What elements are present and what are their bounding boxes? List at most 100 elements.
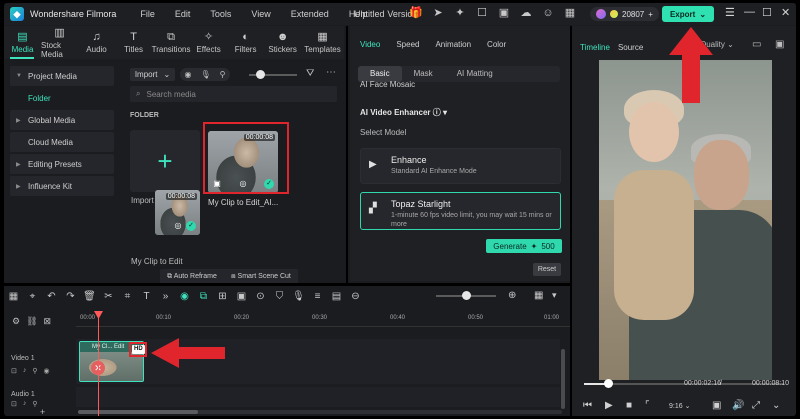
timeline-scroll-thumb[interactable] [78, 410, 198, 414]
tab-animation[interactable]: Animation [435, 40, 471, 49]
fullscreen-crop-icon[interactable]: ⌜ [645, 400, 650, 411]
export-button[interactable]: Export ⌄ [662, 6, 714, 22]
more-icon[interactable]: ⌄ [772, 400, 780, 411]
more-icon[interactable]: ▾ [552, 290, 557, 301]
feedback-icon[interactable]: ☐ [475, 6, 489, 20]
media-clip-original[interactable]: 00:00:08 ◎ ✓ [155, 190, 200, 235]
delete-icon[interactable]: 🗑 [80, 291, 99, 302]
link-icon[interactable]: ⚲ [32, 400, 37, 408]
menu-extended[interactable]: Extended [291, 9, 329, 19]
grid-icon[interactable]: ▦ [563, 6, 577, 20]
tab-titles[interactable]: T Titles [115, 26, 152, 59]
tab-timeline[interactable]: Timeline [580, 43, 610, 52]
volume-icon[interactable]: ♪ [23, 400, 27, 408]
crop-icon[interactable]: ⌗ [118, 291, 137, 302]
minimize-icon[interactable]: — [744, 6, 755, 18]
link-icon[interactable]: ⚲ [32, 367, 37, 375]
link-icon[interactable]: ⛓ [26, 316, 37, 327]
sidebar-item-project-media[interactable]: ▼ Project Media [10, 66, 114, 86]
smart-scene-cut-button[interactable]: ⧈ Smart Scene Cut [231, 273, 291, 281]
vertical-scrollbar[interactable] [561, 349, 565, 409]
tab-speed[interactable]: Speed [396, 40, 419, 49]
grid-icon[interactable]: ▦ [534, 290, 543, 301]
sidebar-item-cloud-media[interactable]: Cloud Media [10, 132, 114, 152]
fullscreen-icon[interactable]: ⤢ [752, 400, 760, 411]
timeline-zoom-knob[interactable] [462, 291, 471, 300]
progress-knob[interactable] [604, 379, 613, 388]
zoom-in-icon[interactable]: ⊕ [508, 290, 516, 301]
speed-icon[interactable]: ⊙ [251, 291, 270, 302]
tab-ai-matting[interactable]: AI Matting [445, 66, 505, 82]
sidebar-item-editing-presets[interactable]: ▶ Editing Presets [10, 154, 114, 174]
more-tools-icon[interactable]: » [156, 291, 175, 302]
playhead[interactable] [98, 312, 99, 416]
compare-icon[interactable]: ▭ [752, 39, 761, 50]
menu-file[interactable]: File [140, 9, 155, 19]
search-input[interactable]: ⌕ Search media [130, 86, 337, 102]
ai-icon[interactable]: ⚲ [220, 70, 226, 79]
cut-icon[interactable]: ✂ [99, 291, 118, 302]
subtitle-icon[interactable]: ▤ [327, 291, 346, 302]
help-icon[interactable]: ⓘ [433, 108, 441, 117]
export-frame-icon[interactable]: ▣ [712, 400, 721, 411]
audio-track[interactable] [76, 387, 560, 407]
snapshot-icon[interactable]: ▣ [232, 291, 251, 302]
menu-tools[interactable]: Tools [210, 9, 231, 19]
prev-frame-icon[interactable]: ⏮ [583, 400, 592, 411]
lock-icon[interactable]: ⊠ [44, 316, 52, 327]
save-icon[interactable]: ▣ [497, 6, 511, 20]
window-menu-icon[interactable]: ☰ [725, 6, 735, 19]
lock-icon[interactable]: ⊡ [11, 367, 17, 375]
import-media-tile[interactable]: + [130, 130, 200, 192]
audio-mixer-icon[interactable]: ≡ [308, 291, 327, 302]
preview-icon[interactable]: ◎ [173, 221, 183, 231]
lock-icon[interactable]: ⊡ [11, 400, 17, 408]
add-track-icon[interactable]: + [40, 407, 45, 416]
mic-icon[interactable]: 🎙 [200, 70, 210, 79]
caret-down-icon[interactable]: ▾ [443, 108, 447, 117]
tab-audio[interactable]: ♫ Audio [78, 26, 115, 59]
tab-templates[interactable]: ▦ Templates [301, 26, 344, 59]
filter-icon[interactable]: ⛛ [306, 68, 314, 79]
gift-icon[interactable]: 🎁 [409, 6, 423, 20]
settings-icon[interactable]: ⚙ [12, 316, 20, 327]
layout-icon[interactable]: ▦ [4, 291, 23, 302]
auto-reframe-button[interactable]: ⧉ Auto Reframe [167, 273, 217, 281]
model-enhance-card[interactable]: ▶ Enhance Standard AI Enhance Mode [360, 148, 561, 184]
select-icon[interactable]: ⌖ [23, 291, 42, 302]
mic-icon[interactable]: 🎙 [289, 291, 308, 302]
menu-view[interactable]: View [251, 9, 270, 19]
sidebar-item-influence-kit[interactable]: ▶ Influence Kit [10, 176, 114, 196]
time-ruler[interactable]: 00:00 00:10 00:20 00:30 00:40 00:50 01:0… [76, 312, 570, 327]
ai-copilot-icon[interactable]: ◉ [175, 291, 194, 302]
eye-icon[interactable]: ◉ [44, 367, 50, 375]
maximize-icon[interactable]: ☐ [762, 6, 772, 19]
credits-badge[interactable]: 20807 + [590, 7, 659, 21]
text-icon[interactable]: T [137, 291, 156, 302]
more-icon[interactable]: ⋯ [326, 67, 336, 78]
stop-icon[interactable]: ■ [626, 400, 632, 411]
bulb-icon[interactable]: ✦ [453, 6, 467, 20]
tab-effects[interactable]: ✧ Effects [190, 26, 227, 59]
tab-color[interactable]: Color [487, 40, 506, 49]
cloud-icon[interactable]: ☁ [519, 6, 533, 20]
generate-button[interactable]: Generate ✦ 500 [486, 239, 562, 253]
shield-icon[interactable]: ⛉ [270, 291, 289, 302]
tab-source[interactable]: Source [618, 43, 643, 52]
sidebar-item-folder[interactable]: Folder [10, 88, 114, 108]
aspect-ratio-select[interactable]: 9:16 ⌄ [669, 402, 690, 410]
close-icon[interactable]: ✕ [781, 6, 790, 19]
undo-icon[interactable]: ↶ [42, 291, 61, 302]
tab-stickers[interactable]: ☻ Stickers [264, 26, 301, 59]
tab-filters[interactable]: ◐ Filters [227, 26, 264, 59]
marker-icon[interactable]: ⊞ [213, 291, 232, 302]
import-button[interactable]: Import ⌄ [130, 68, 175, 81]
zoom-out-icon[interactable]: ⊖ [346, 291, 365, 302]
play-icon[interactable]: ▶ [605, 400, 613, 411]
split-icon[interactable]: ⧉ [194, 291, 213, 302]
send-icon[interactable]: ➤ [431, 6, 445, 20]
tab-stock-media[interactable]: ▥ Stock Media [41, 26, 78, 59]
tab-transitions[interactable]: ⧉ Transitions [152, 26, 191, 59]
slider-knob[interactable] [256, 70, 265, 79]
tab-video[interactable]: Video [360, 40, 380, 49]
